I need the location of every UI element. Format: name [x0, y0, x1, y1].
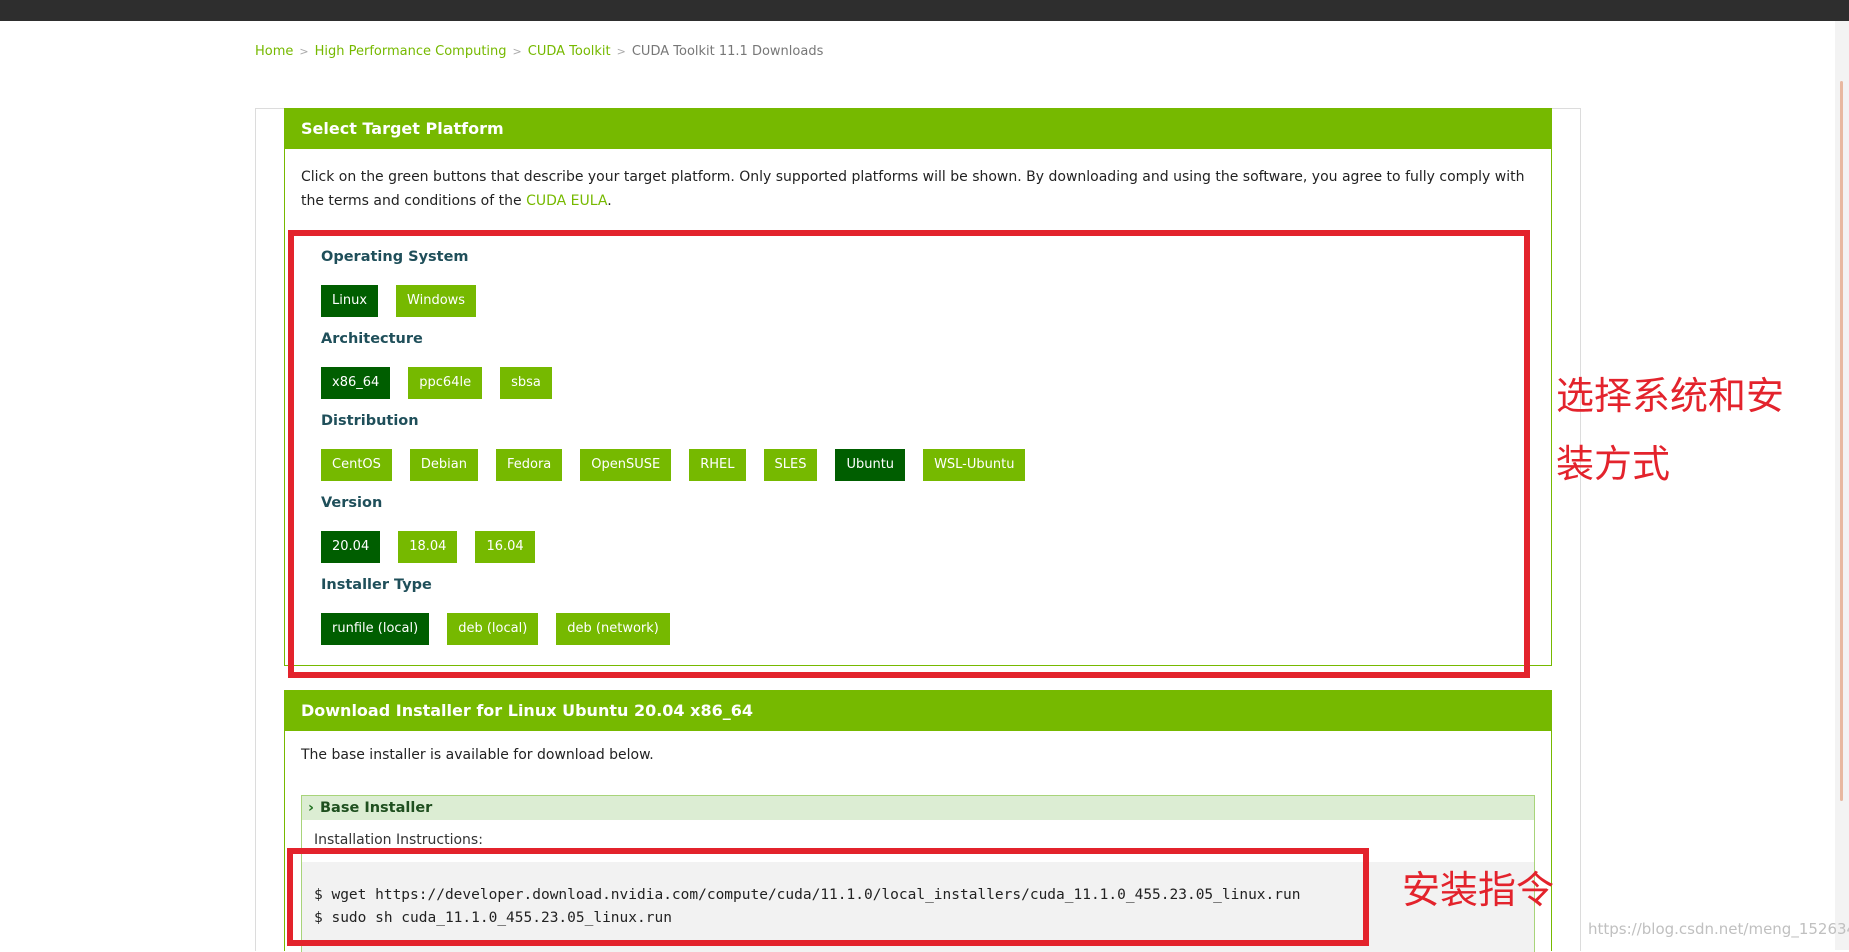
- breadcrumb-home[interactable]: Home: [255, 44, 293, 59]
- base-installer-header[interactable]: › Base Installer: [302, 796, 1534, 820]
- breadcrumb-cuda-toolkit[interactable]: CUDA Toolkit: [528, 44, 611, 59]
- base-installer-title: Base Installer: [319, 800, 433, 816]
- breadcrumb-separator: >: [512, 45, 522, 58]
- commands-highlight-box: [287, 848, 1369, 946]
- breadcrumb-separator: >: [299, 45, 309, 58]
- cuda-eula-link[interactable]: CUDA EULA: [526, 193, 607, 209]
- watermark: https://blog.csdn.net/meng_152634: [1588, 920, 1849, 938]
- breadcrumb: Home > High Performance Computing > CUDA Too…: [255, 44, 823, 59]
- download-description: The base installer is available for down…: [301, 747, 654, 763]
- platform-highlight-box: [288, 230, 1530, 678]
- description-end: .: [607, 193, 612, 209]
- panel-title: Select Target Platform: [285, 109, 1551, 149]
- installation-instructions-label: Installation Instructions:: [314, 832, 483, 848]
- description-text: Click on the green buttons that describe…: [301, 169, 1525, 209]
- top-nav-bar: [0, 0, 1849, 21]
- scrollbar[interactable]: [1835, 21, 1849, 950]
- scrollbar-thumb[interactable]: [1840, 81, 1843, 801]
- chevron-right-icon: ›: [308, 800, 314, 816]
- breadcrumb-hpc[interactable]: High Performance Computing: [315, 44, 507, 59]
- breadcrumb-separator: >: [616, 45, 626, 58]
- commands-annotation: 安装指令: [1402, 868, 1555, 912]
- platform-annotation: 选择系统和安 装方式: [1556, 362, 1784, 498]
- breadcrumb-current: CUDA Toolkit 11.1 Downloads: [631, 44, 824, 59]
- download-panel-title: Download Installer for Linux Ubuntu 20.0…: [285, 691, 1551, 731]
- platform-annotation-line2: 装方式: [1556, 442, 1671, 486]
- platform-annotation-line1: 选择系统和安: [1556, 374, 1785, 418]
- platform-description: Click on the green buttons that describe…: [301, 165, 1541, 213]
